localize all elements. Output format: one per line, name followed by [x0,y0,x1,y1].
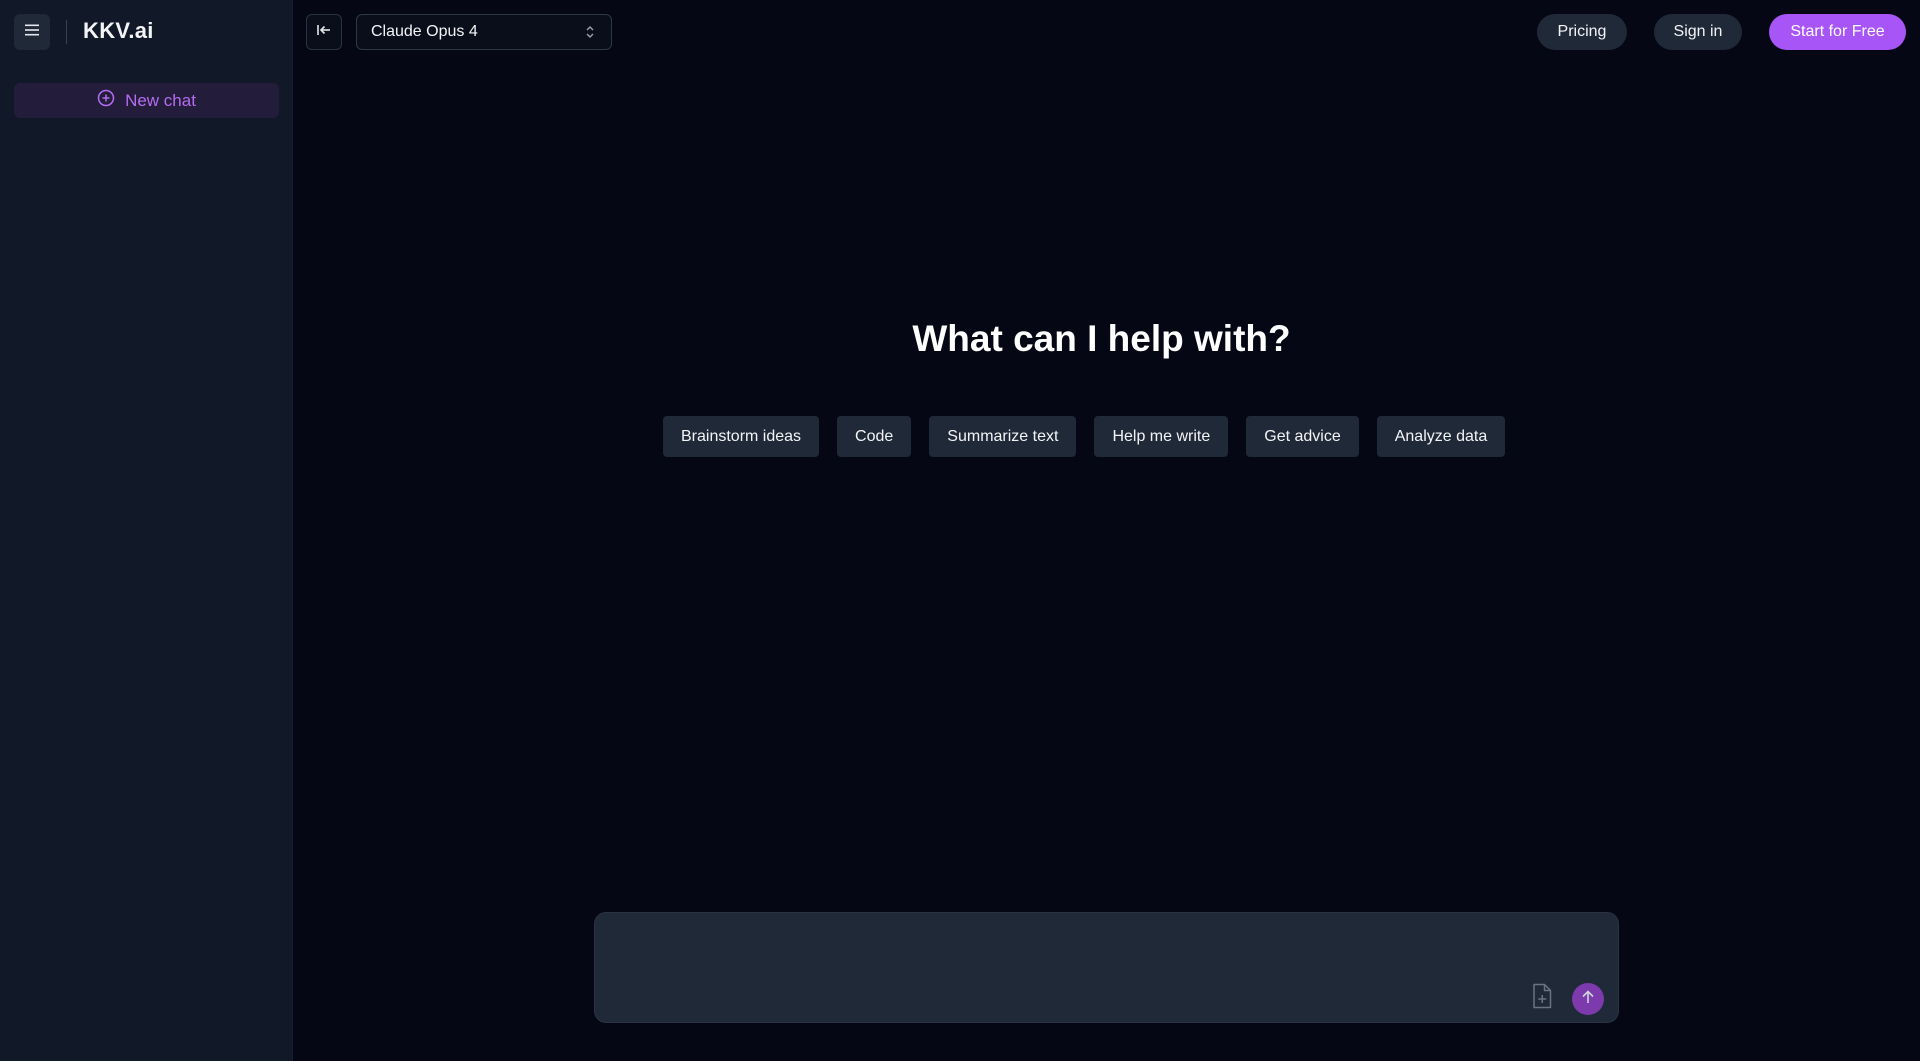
send-button[interactable] [1572,983,1604,1015]
plus-circle-icon [97,89,115,112]
collapse-sidebar-button[interactable] [306,14,342,50]
model-select-value: Claude Opus 4 [371,23,478,40]
suggestion-summarize-text[interactable]: Summarize text [929,416,1077,457]
collapse-sidebar-icon [316,23,332,42]
headline-container: What can I help with? [293,318,1920,360]
message-input[interactable] [613,927,1513,987]
suggestion-get-advice[interactable]: Get advice [1246,416,1359,457]
sign-in-button[interactable]: Sign in [1654,14,1742,50]
top-right-actions: Pricing Sign in Start for Free [1537,14,1906,50]
new-chat-button[interactable]: New chat [14,83,279,118]
file-plus-icon [1531,983,1553,1014]
app: KKV.ai New chat Claude Opus 4 Pricing Si… [0,0,1920,1061]
menu-button[interactable] [14,14,50,50]
message-composer [594,912,1619,1023]
hamburger-icon [24,23,40,42]
attach-file-button[interactable] [1527,983,1557,1013]
suggestion-chips: Brainstorm ideas Code Summarize text Hel… [663,416,1506,457]
arrow-up-icon [1580,989,1596,1010]
suggestion-help-me-write[interactable]: Help me write [1094,416,1229,457]
model-select[interactable]: Claude Opus 4 [356,14,612,50]
chevron-up-down-icon [585,25,595,44]
page-title: What can I help with? [912,318,1291,359]
sidebar: KKV.ai New chat [0,0,293,1061]
suggestion-code[interactable]: Code [837,416,912,457]
suggestion-analyze-data[interactable]: Analyze data [1376,416,1506,457]
pricing-button[interactable]: Pricing [1537,14,1627,50]
start-for-free-button[interactable]: Start for Free [1769,14,1906,50]
brand-logo[interactable]: KKV.ai [83,18,154,44]
suggestion-brainstorm-ideas[interactable]: Brainstorm ideas [663,416,820,457]
new-chat-label: New chat [125,90,196,110]
sidebar-divider [66,20,67,44]
